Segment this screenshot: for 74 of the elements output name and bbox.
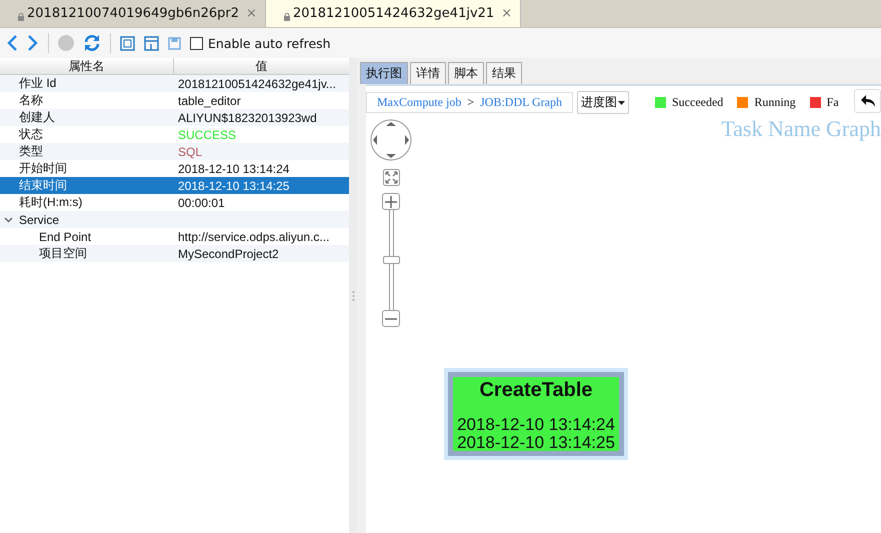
property-value: SUCCESS [177,128,236,142]
property-value: 2018-12-10 13:14:25 [177,178,290,192]
zoom-slider-thumb[interactable] [382,256,400,264]
legend-label: Succeeded [672,95,724,110]
view-tab[interactable]: 执行图 [360,62,408,84]
property-row[interactable]: 名称 table_editor [0,92,349,109]
property-name: End Point [39,230,92,244]
property-name: 项目空间 [39,245,87,262]
node-end-time: 2018-12-10 13:14:25 [457,434,615,452]
property-row[interactable]: 项目空间 MySecondProject2 [0,245,349,262]
property-value: http://service.odps.aliyun.c... [177,230,330,244]
property-value: table_editor [177,94,241,108]
property-name: 作业 Id [19,75,56,92]
close-icon[interactable]: × [501,6,512,21]
property-row[interactable]: 结束时间 2018-12-10 13:14:25 [0,177,349,194]
checkbox-label: Enable auto refresh [208,36,331,50]
property-name: 状态 [19,126,43,143]
forward-icon[interactable] [27,34,39,52]
property-row[interactable]: 开始时间 2018-12-10 13:14:24 [0,160,349,177]
property-value: ALIYUN$18232013923wd [177,110,317,124]
property-name: 结束时间 [19,177,67,194]
zoom-out-button[interactable] [382,310,400,327]
property-name: 开始时间 [19,160,67,177]
property-row[interactable]: 作业 Id 20181210051424632ge41jv... [0,75,349,92]
property-value: SQL [177,144,202,158]
property-value: 2018-12-10 13:14:24 [177,162,290,176]
breadcrumb-link[interactable]: JOB:DDL Graph [480,95,562,110]
property-row[interactable]: 耗时(H:m:s) 00:00:01 [0,194,349,211]
property-row[interactable]: End Point http://service.odps.aliyun.c... [0,228,349,245]
property-row[interactable]: 状态 SUCCESS [0,126,349,143]
back-icon[interactable] [6,34,18,52]
property-row[interactable]: 类型 SQL [0,143,349,160]
column-header[interactable]: 属性名 [0,58,174,74]
chevron-down-icon[interactable] [4,216,13,222]
fit-screen-icon[interactable] [382,169,400,186]
lock-icon [18,13,24,21]
property-name: 创建人 [19,109,55,126]
lock-icon [284,13,290,21]
legend-label: Running [754,95,796,110]
property-row[interactable]: Service [0,211,349,228]
document-tab[interactable]: 20181210051424632ge41jv21 × [266,0,522,27]
breadcrumb-link[interactable]: MaxCompute job [377,95,462,110]
undo-icon [860,94,876,108]
column-header[interactable]: 值 [174,58,349,74]
property-value: 20181210051424632ge41jv... [177,76,336,90]
property-row[interactable]: 创建人 ALIYUN$18232013923wd [0,109,349,126]
graph-watermark: Task Name Graph [721,116,881,142]
tab-label: 20181210074019649gb6n26pr2 [27,6,240,21]
view-tab[interactable]: 脚本 [448,62,484,84]
breadcrumb-separator: > [467,95,474,110]
undo-button[interactable] [854,89,881,113]
property-value: 00:00:01 [177,196,225,210]
property-name: 耗时(H:m:s) [19,194,82,211]
node-start-time: 2018-12-10 13:14:24 [457,416,615,434]
splitter-handle-icon[interactable] [352,290,354,302]
save-icon[interactable] [168,36,181,50]
view-tab[interactable]: 结果 [486,62,522,84]
view-tab[interactable]: 详情 [410,62,446,84]
legend-label: Fa [826,95,839,110]
tab-label: 20181210051424632ge41jv21 [292,6,494,21]
property-name: 名称 [19,92,43,109]
zoom-in-button[interactable] [382,193,400,210]
node-title: CreateTable [479,379,592,402]
checkbox[interactable] [190,36,203,50]
copy-icon[interactable] [120,36,135,50]
plus-icon [385,196,397,208]
property-name: Service [19,212,60,226]
view-dropdown[interactable]: 进度图 [577,91,629,114]
window-icon[interactable] [144,36,159,50]
property-name: 类型 [19,143,43,160]
property-value: MySecondProject2 [177,246,279,260]
pan-control-icon[interactable] [370,119,412,161]
refresh-icon[interactable] [83,34,101,52]
caret-icon [618,100,625,104]
